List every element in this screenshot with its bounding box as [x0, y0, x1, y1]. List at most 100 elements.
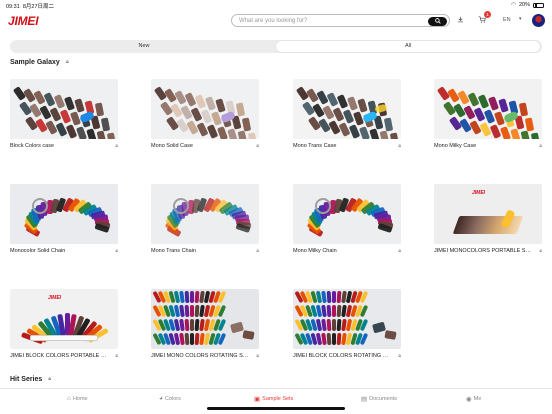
sample-card[interactable]: Monocolor Solid Chain 🔒︎ [10, 184, 118, 254]
section-title-hit-series: Hit Series 🔒︎ [10, 376, 52, 383]
sample-card[interactable]: Block Colors case 🔒︎ [10, 79, 118, 149]
product-image-part [184, 332, 190, 346]
product-image-part [434, 184, 542, 244]
product-image-part [184, 290, 190, 304]
tab-new[interactable]: New [12, 41, 276, 52]
segmented-tabs: New All [10, 40, 542, 53]
lock-icon: 🔒︎ [398, 248, 401, 254]
sample-card-image[interactable] [10, 79, 118, 139]
product-image-part [30, 335, 98, 341]
home-icon: ⌂ [67, 395, 71, 402]
product-image-part [326, 304, 332, 318]
product-image-part [326, 332, 332, 346]
nav-me[interactable]: ◉ Me [466, 395, 481, 403]
sample-card-image[interactable] [434, 79, 542, 139]
search-icon [434, 18, 441, 24]
product-image-part [332, 291, 336, 303]
sample-card-label: Monocolor Solid Chain [10, 248, 66, 254]
product-image-part [326, 290, 332, 304]
lock-icon: 🔒︎ [115, 248, 118, 254]
sample-card-image[interactable] [151, 79, 259, 139]
status-bar: 09:31 8月27日周二 ◠ 20% [0, 0, 552, 11]
sample-card-image[interactable] [293, 289, 401, 349]
product-image-part: JIMEI [48, 295, 62, 301]
sample-card-image[interactable] [10, 184, 118, 244]
lock-icon: 🔒︎ [398, 143, 401, 149]
avatar[interactable] [532, 14, 545, 27]
sample-card[interactable]: JIMEI BLOCK COLORS ROTATING ST... 🔒︎ [293, 289, 401, 359]
sample-card-label: Block Colors case [10, 143, 55, 149]
home-indicator [207, 407, 345, 410]
product-image-part [32, 198, 48, 214]
search-bar[interactable]: What are you looking for? [231, 14, 450, 27]
lock-icon: 🔒︎ [256, 248, 259, 254]
lock-icon: 🔒︎ [256, 353, 259, 359]
product-image-part [184, 318, 190, 332]
lock-icon: 🔒︎ [398, 353, 401, 359]
sample-card-image[interactable] [293, 184, 401, 244]
user-icon: ◉ [466, 396, 472, 403]
product-image-part [190, 319, 194, 331]
sample-card-label: Mono Trans Chain [151, 248, 196, 254]
sample-card-image[interactable]: JIMEI [10, 289, 118, 349]
status-time: 09:31 8月27日周二 [6, 4, 55, 10]
product-image-part [384, 330, 397, 340]
sample-card[interactable]: Mono Milky Case 🔒︎ [434, 79, 542, 149]
lock-icon: 🔒︎ [256, 143, 259, 149]
product-image-part: JIMEI [472, 190, 486, 196]
sample-card-image[interactable] [293, 79, 401, 139]
sample-card[interactable]: Mono Milky Chain 🔒︎ [293, 184, 401, 254]
nav-documents[interactable]: ▤ Documents [361, 395, 397, 403]
sample-card[interactable]: JIMEI JIMEI MONOCOLORS PORTABLE SA... 🔒︎ [434, 184, 542, 254]
sample-card-label: JIMEI BLOCK COLORS ROTATING ST... [293, 353, 391, 359]
product-image-part [190, 291, 194, 303]
wifi-icon: ◠ [511, 2, 516, 8]
document-icon: ▤ [361, 396, 368, 403]
cart-badge: 1 [484, 11, 491, 18]
search-input[interactable]: What are you looking for? [239, 18, 307, 24]
nav-sample-sets[interactable]: ▣ Sample Sets [254, 395, 293, 403]
status-right: ◠ 20% [511, 2, 544, 8]
bottom-navigation: ⌂ Home ◕ Colors ▣ Sample Sets ▤ Document… [0, 388, 552, 414]
battery-percent: 20% [518, 2, 530, 8]
product-image-part [242, 330, 255, 340]
tab-all[interactable]: All [276, 41, 540, 52]
sample-card[interactable]: Mono Trans Chain 🔒︎ [151, 184, 259, 254]
nav-home[interactable]: ⌂ Home [67, 395, 88, 402]
product-image-part [332, 319, 336, 331]
sample-card-image[interactable] [151, 289, 259, 349]
product-image-part [315, 198, 331, 214]
sample-card-label: Mono Milky Chain [293, 248, 337, 254]
sample-card[interactable]: JIMEI MONO COLORS ROTATING ST... 🔒︎ [151, 289, 259, 359]
product-image-part [332, 333, 336, 345]
sample-card-label: JIMEI BLOCK COLORS PORTABLE S... [10, 353, 108, 359]
sample-card[interactable]: JIMEI JIMEI BLOCK COLORS PORTABLE S... 🔒︎ [10, 289, 118, 359]
download-icon[interactable] [457, 16, 464, 25]
battery-icon [533, 2, 544, 8]
lock-icon: 🔒︎ [115, 353, 118, 359]
lock-icon: 🔒︎ [539, 143, 542, 149]
sample-card-image[interactable] [151, 184, 259, 244]
chevron-down-icon[interactable]: ▾ [519, 16, 522, 22]
product-image-part [190, 333, 194, 345]
sample-sets-icon: ▣ [254, 396, 261, 403]
nav-colors[interactable]: ◕ Colors [159, 395, 181, 402]
sample-card-label: Mono Trans Case [293, 143, 337, 149]
lock-icon: 🔒︎ [48, 376, 52, 382]
sample-card-label: Mono Milky Case [434, 143, 477, 149]
product-image-part [332, 305, 336, 317]
product-image-part [190, 305, 194, 317]
sample-card[interactable]: Mono Solid Case 🔒︎ [151, 79, 259, 149]
sample-card-image[interactable]: JIMEI [434, 184, 542, 244]
palette-icon: ◕ [159, 395, 163, 402]
section-title-sample-galaxy: Sample Galaxy 🔒︎ [10, 59, 69, 66]
sample-card-label: JIMEI MONO COLORS ROTATING ST... [151, 353, 249, 359]
product-image-part [173, 198, 189, 214]
brand-logo[interactable]: JIMEI [8, 14, 39, 28]
language-selector[interactable]: EN [503, 17, 511, 23]
sample-card[interactable]: Mono Trans Case 🔒︎ [293, 79, 401, 149]
product-image-part [184, 304, 190, 318]
search-button[interactable] [428, 16, 447, 26]
lock-icon: 🔒︎ [65, 59, 69, 65]
product-image-part [326, 318, 332, 332]
